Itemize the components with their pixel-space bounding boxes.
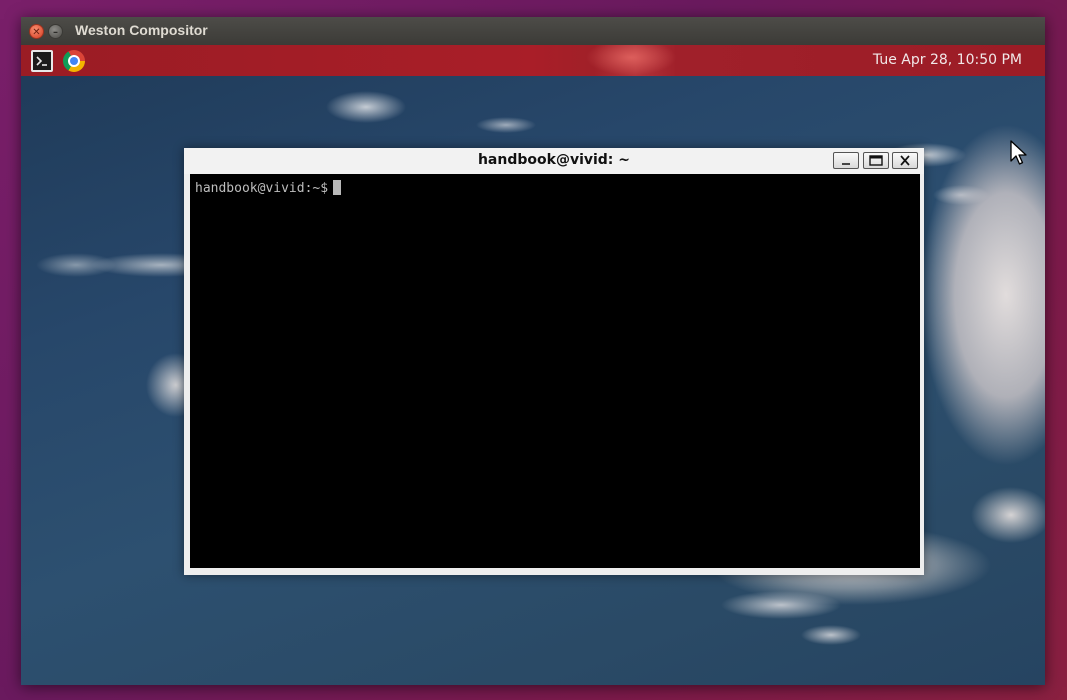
prompt-line: handbook@vivid:~$ bbox=[195, 180, 342, 196]
weston-compositor-window: ✕ – Weston Compositor Tue Apr 28, 10:50 … bbox=[21, 17, 1045, 685]
terminal-output-area[interactable]: handbook@vivid:~$ bbox=[190, 174, 920, 568]
terminal-close-button[interactable] bbox=[892, 152, 918, 169]
terminal-minimize-button[interactable] bbox=[833, 152, 859, 169]
compositor-titlebar[interactable]: ✕ – Weston Compositor bbox=[21, 17, 1045, 46]
mouse-pointer-icon bbox=[1010, 140, 1027, 165]
compositor-close-button[interactable]: ✕ bbox=[29, 24, 44, 39]
terminal-title: handbook@vivid: ~ bbox=[477, 152, 631, 168]
text-cursor bbox=[333, 180, 342, 195]
maximize-icon bbox=[869, 155, 883, 166]
terminal-titlebar[interactable]: handbook@vivid: ~ bbox=[184, 148, 924, 174]
close-icon: ✕ bbox=[32, 27, 41, 38]
terminal-maximize-button[interactable] bbox=[863, 152, 889, 169]
panel-clock: Tue Apr 28, 10:50 PM bbox=[872, 52, 1022, 68]
chrome-icon bbox=[68, 55, 80, 67]
panel-glow bbox=[581, 45, 681, 76]
minimize-icon bbox=[842, 163, 850, 165]
chrome-launcher[interactable] bbox=[63, 50, 85, 72]
close-icon bbox=[900, 155, 910, 166]
minimize-icon: – bbox=[53, 27, 58, 38]
top-panel: Tue Apr 28, 10:50 PM bbox=[21, 45, 1045, 76]
compositor-title: Weston Compositor bbox=[75, 22, 208, 38]
shell-prompt: handbook@vivid:~$ bbox=[195, 181, 329, 196]
terminal-launcher[interactable] bbox=[31, 50, 53, 72]
terminal-icon bbox=[36, 56, 47, 66]
compositor-minimize-button[interactable]: – bbox=[48, 24, 63, 39]
desktop-background: Tue Apr 28, 10:50 PM handbook@vivid: ~ h… bbox=[21, 45, 1045, 685]
terminal-window: handbook@vivid: ~ handbook@vivid:~$ bbox=[184, 148, 924, 575]
